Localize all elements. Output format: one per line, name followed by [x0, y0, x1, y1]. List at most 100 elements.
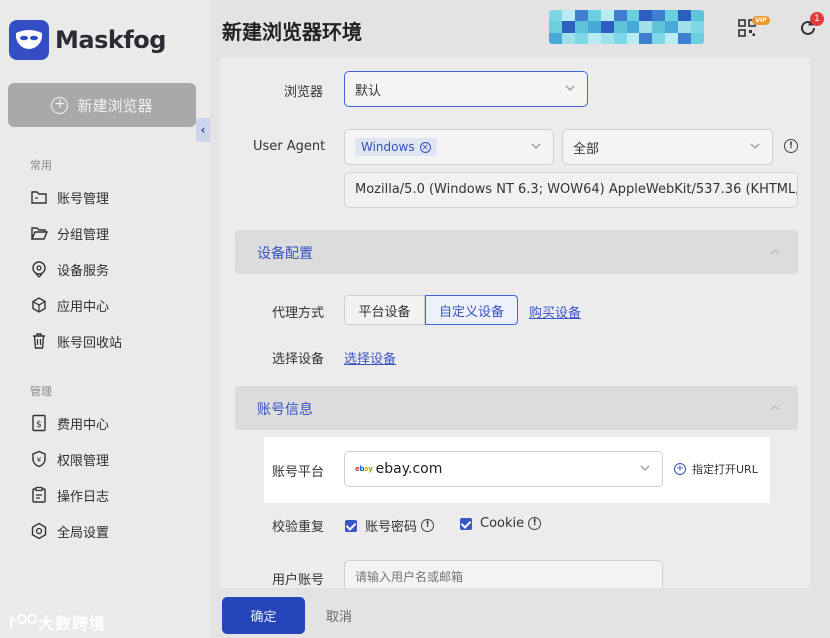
browser-label: 浏览器	[284, 85, 324, 100]
sidebar-item-operation-log[interactable]: 操作日志	[30, 484, 109, 506]
notification-badge: 1	[810, 12, 824, 26]
account-info-section-header[interactable]: 账号信息	[235, 386, 798, 430]
sidebar-item-global-settings[interactable]: 全局设置	[30, 520, 109, 542]
page-title: 新建浏览器环境	[222, 20, 362, 44]
select-device-link[interactable]: 选择设备	[344, 348, 396, 367]
mosaic-cell	[665, 21, 679, 33]
account-platform-select[interactable]: ebay ebay.com	[344, 451, 663, 487]
sidebar-item-label: 全局设置	[57, 525, 110, 541]
ua-filter-value: 全部	[573, 141, 600, 157]
specify-open-url-button[interactable]: + 指定打开URL	[674, 461, 758, 477]
brand[interactable]: Maskfog	[9, 20, 166, 60]
mosaic-cell	[665, 10, 679, 22]
sidebar-item-app-center[interactable]: 应用中心	[30, 294, 109, 316]
info-icon[interactable]: !	[421, 519, 435, 532]
mosaic-cell	[639, 21, 653, 33]
mosaic-cell	[587, 21, 601, 33]
chevron-up-icon	[770, 249, 780, 255]
cube-icon	[32, 297, 46, 313]
account-platform-label: 账号平台	[272, 465, 325, 480]
sidebar-item-accounts[interactable]: 账号管理	[30, 186, 109, 208]
mosaic-cell	[678, 10, 692, 22]
verify-duplicate-label: 校验重复	[272, 520, 325, 535]
chevron-down-icon	[565, 85, 575, 91]
folder-open-icon	[30, 227, 48, 240]
sidebar-item-device-service[interactable]: 设备服务	[30, 258, 109, 280]
blurred-user-avatar	[549, 10, 704, 44]
proxy-option-platform[interactable]: 平台设备	[344, 295, 425, 325]
mosaic-cell	[678, 21, 692, 33]
mosaic-cell	[549, 21, 562, 33]
location-pin-icon	[32, 261, 46, 278]
mosaic-cell	[587, 10, 601, 22]
mosaic-cell	[639, 32, 653, 44]
sidebar: Maskfog + 新建浏览器 ‹ 常用 账号管理 分组管理 设备服务 应用中心…	[0, 0, 210, 638]
chevron-up-icon	[770, 405, 780, 411]
chevron-down-icon	[531, 143, 541, 149]
trash-icon	[33, 333, 45, 349]
new-browser-button[interactable]: + 新建浏览器	[8, 83, 196, 127]
mosaic-cell	[652, 10, 666, 22]
user-agent-string-field[interactable]: Mozilla/5.0 (Windows NT 6.3; WOW64) Appl…	[344, 172, 798, 208]
account-platform-value: ebay.com	[375, 461, 443, 477]
browser-select[interactable]: 默认	[344, 71, 588, 107]
mosaic-cell	[639, 10, 653, 22]
device-config-section-header[interactable]: 设备配置	[235, 230, 798, 274]
verify-password-checkbox[interactable]: 账号密码 !	[345, 516, 435, 535]
cancel-button[interactable]: 取消	[326, 606, 352, 625]
verify-option-label: 账号密码	[365, 520, 418, 535]
sidebar-item-label: 账号管理	[57, 191, 110, 207]
mask-logo-icon	[9, 20, 49, 60]
section-title: 设备配置	[257, 246, 313, 262]
remove-tag-icon[interactable]: ✕	[419, 141, 431, 153]
checkbox-checked-icon	[460, 517, 472, 530]
sidebar-item-groups[interactable]: 分组管理	[30, 222, 109, 244]
shield-icon: ¥	[32, 450, 46, 468]
plus-circle-icon: +	[51, 96, 69, 114]
mosaic-cell	[574, 32, 588, 44]
svg-text:¥: ¥	[37, 456, 42, 464]
clipboard-icon	[32, 486, 46, 503]
mosaic-cell	[691, 21, 704, 33]
svg-text:$: $	[36, 420, 42, 430]
mosaic-cell	[587, 32, 601, 44]
open-url-label: 指定打开URL	[692, 463, 758, 476]
info-icon[interactable]: !	[528, 517, 542, 530]
browser-select-value: 默认	[355, 83, 382, 99]
sidebar-item-label: 分组管理	[57, 227, 110, 243]
new-browser-label: 新建浏览器	[77, 96, 153, 115]
verify-option-label: Cookie	[480, 516, 525, 531]
section-title: 账号信息	[257, 402, 313, 418]
mosaic-cell	[561, 32, 575, 44]
mosaic-cell	[626, 21, 640, 33]
plus-circle-icon: +	[674, 463, 686, 475]
sidebar-item-label: 应用中心	[57, 299, 110, 315]
username-label: 用户账号	[272, 573, 325, 588]
mosaic-cell	[652, 32, 666, 44]
proxy-mode-label: 代理方式	[272, 306, 325, 321]
info-icon[interactable]: !	[784, 139, 798, 153]
sidebar-item-recycle-bin[interactable]: 账号回收站	[30, 330, 122, 352]
confirm-button[interactable]: 确定	[222, 597, 305, 634]
os-tag: Windows ✕	[355, 138, 437, 156]
sidebar-item-permissions[interactable]: ¥ 权限管理	[30, 448, 109, 470]
mosaic-cell	[678, 32, 692, 44]
mosaic-cell	[549, 10, 562, 22]
buy-device-link[interactable]: 购买设备	[529, 302, 581, 321]
watermark-logo-icon	[10, 614, 37, 629]
sidebar-item-billing[interactable]: $ 费用中心	[30, 412, 109, 434]
collapse-sidebar-icon[interactable]: ‹	[196, 118, 210, 142]
mosaic-cell	[613, 10, 627, 22]
proxy-option-custom[interactable]: 自定义设备	[425, 295, 518, 325]
app-name: Maskfog	[55, 26, 166, 54]
folder-icon	[31, 191, 47, 204]
mosaic-cell	[652, 21, 666, 33]
ua-filter-select[interactable]: 全部	[562, 129, 773, 165]
user-agent-label: User Agent	[253, 139, 326, 154]
verify-cookie-checkbox[interactable]: Cookie !	[460, 516, 542, 531]
mosaic-cell	[600, 10, 614, 22]
mosaic-cell	[613, 21, 627, 33]
mosaic-cell	[626, 10, 640, 22]
mosaic-cell	[613, 32, 627, 44]
os-select[interactable]: Windows ✕	[344, 129, 554, 165]
